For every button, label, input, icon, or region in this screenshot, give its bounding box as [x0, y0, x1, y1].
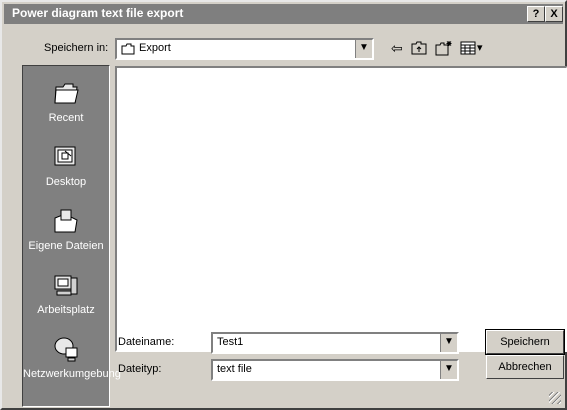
- chevron-down-icon[interactable]: ▼: [440, 361, 457, 379]
- network-icon: [54, 337, 78, 362]
- place-label: Arbeitsplatz: [37, 304, 95, 316]
- help-button[interactable]: ?: [527, 6, 545, 22]
- places-bar: Recent Desktop Eigene Dateien Arbeitspla…: [22, 65, 121, 407]
- title-bar: Power diagram text file export ? X: [4, 4, 563, 24]
- dialog-title: Power diagram text file export: [12, 6, 184, 20]
- place-recent[interactable]: Recent: [23, 78, 109, 125]
- back-icon[interactable]: ⇦: [391, 40, 403, 56]
- close-button[interactable]: X: [545, 6, 563, 22]
- place-my-computer[interactable]: Arbeitsplatz: [23, 270, 109, 317]
- place-label: Eigene Dateien: [28, 240, 104, 252]
- lookin-value: Export: [139, 42, 171, 54]
- up-folder-icon[interactable]: [411, 40, 427, 56]
- new-folder-icon[interactable]: [435, 40, 453, 56]
- lookin-label: Speichern in:: [44, 42, 109, 54]
- views-dropdown-icon[interactable]: ▾: [477, 40, 483, 56]
- chevron-down-icon[interactable]: ▼: [440, 334, 457, 352]
- folder-recent-icon: [54, 83, 79, 104]
- file-list[interactable]: [115, 66, 567, 352]
- filetype-label: Dateityp:: [118, 363, 162, 375]
- place-label: Netzwerkumgebung: [23, 368, 121, 380]
- filetype-value: text file: [217, 363, 252, 375]
- place-my-documents[interactable]: Eigene Dateien: [23, 206, 109, 253]
- filetype-select[interactable]: text file ▼: [211, 359, 459, 381]
- filename-value: Test1: [217, 336, 244, 348]
- views-menu-icon[interactable]: [460, 41, 476, 55]
- cancel-button[interactable]: Abbrechen: [486, 355, 564, 379]
- folder-icon: [121, 43, 135, 55]
- place-desktop[interactable]: Desktop: [23, 142, 109, 189]
- my-documents-icon: [54, 209, 78, 233]
- resize-grip[interactable]: [549, 392, 561, 404]
- save-dialog: Power diagram text file export ? X Speic…: [0, 0, 567, 410]
- desktop-icon: [54, 146, 76, 166]
- place-label: Desktop: [45, 176, 87, 188]
- my-computer-icon: [54, 275, 78, 296]
- place-network[interactable]: Netzwerkumgebung: [23, 334, 121, 381]
- filename-input[interactable]: Test1 ▼: [211, 332, 459, 354]
- lookin-combo[interactable]: Export ▼: [115, 38, 374, 60]
- save-button[interactable]: Speichern: [485, 329, 565, 355]
- filename-label: Dateiname:: [118, 336, 175, 348]
- chevron-down-icon[interactable]: ▼: [355, 40, 372, 58]
- place-label: Recent: [48, 112, 84, 124]
